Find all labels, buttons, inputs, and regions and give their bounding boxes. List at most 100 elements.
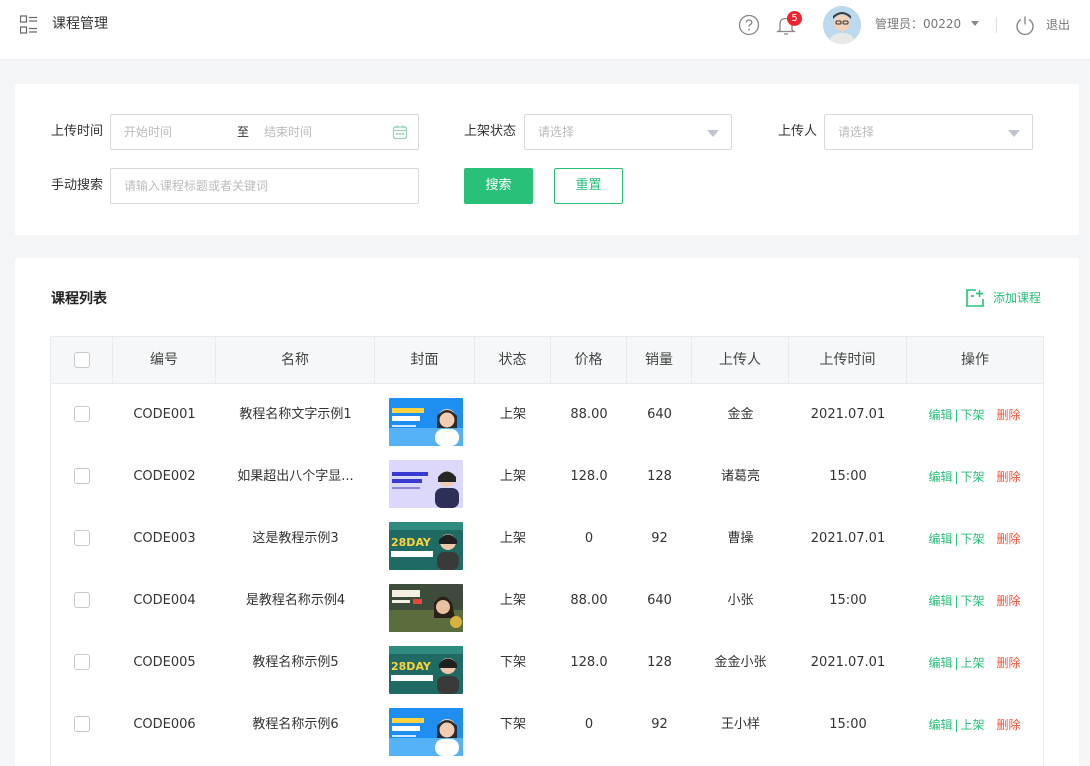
edit-button[interactable]: 编辑	[928, 656, 952, 670]
cell-upload-time: 2021.07.01	[810, 407, 886, 422]
uploader-select[interactable]: 请选择	[824, 114, 1033, 150]
column-header: 编号	[113, 337, 216, 384]
filter-panel: 上传时间 开始时间 至 结束时间 上架状态 请选择 上传人 请选择 手动搜索 请…	[15, 84, 1079, 235]
column-header: 销量	[627, 337, 692, 384]
row-actions: 编辑 | 下架 删除	[906, 508, 1043, 570]
row-checkbox[interactable]	[74, 406, 90, 422]
cell-code: CODE002	[133, 469, 196, 484]
row-checkbox[interactable]	[74, 530, 90, 546]
cell-status: 下架	[499, 717, 526, 732]
toggle-listing-button[interactable]: 上架	[961, 656, 985, 670]
cell-code: CODE001	[133, 407, 196, 422]
calendar-icon[interactable]	[392, 124, 408, 140]
top-header: 课程管理 5 管理员：00220 退出	[0, 0, 1090, 60]
cell-uploader: 小张	[727, 593, 754, 608]
row-actions: 编辑 | 上架 删除	[906, 632, 1043, 694]
edit-button[interactable]: 编辑	[928, 532, 952, 546]
caret-down-icon	[1008, 130, 1020, 137]
menu-list-icon[interactable]	[20, 15, 38, 35]
cell-name: 教程名称示例6	[252, 717, 339, 732]
course-cover-image: 28DAY	[389, 646, 463, 694]
toggle-listing-button[interactable]: 下架	[961, 408, 985, 422]
toggle-listing-button[interactable]: 下架	[961, 594, 985, 608]
cell-status: 上架	[499, 531, 526, 546]
delete-button[interactable]: 删除	[997, 408, 1021, 422]
add-course-label: 添加课程	[993, 291, 1042, 305]
avatar[interactable]	[823, 6, 861, 44]
row-checkbox[interactable]	[74, 468, 90, 484]
action-separator: |	[954, 594, 959, 608]
column-header: 操作	[961, 352, 989, 368]
notification-badge: 5	[787, 11, 802, 26]
edit-button[interactable]: 编辑	[928, 718, 952, 732]
add-square-icon	[966, 289, 984, 307]
cell-name: 如果超出八个字显...	[237, 469, 354, 484]
table-row: CODE005 教程名称示例5 下架 128.0 128 金金小张 2021.07.01 28…	[51, 632, 1043, 694]
keyword-placeholder: 请输入课程标题或者关键词	[124, 179, 269, 193]
cell-uploader: 金金小张	[714, 655, 767, 670]
cell-price: 88.00	[570, 407, 608, 422]
cell-status: 上架	[499, 593, 526, 608]
status-placeholder: 请选择	[538, 125, 575, 139]
cell-upload-time: 15:00	[829, 717, 867, 732]
cell-upload-time: 2021.07.01	[810, 655, 886, 670]
svg-text:28DAY: 28DAY	[391, 536, 432, 549]
upload-time-range-input[interactable]: 开始时间 至 结束时间	[110, 114, 419, 150]
caret-down-icon[interactable]	[971, 21, 979, 26]
course-cover-image	[389, 708, 463, 756]
course-cover-image	[389, 398, 463, 446]
caret-down-icon	[707, 130, 719, 137]
upload-time-label: 上传时间	[51, 124, 104, 139]
row-checkbox[interactable]	[74, 654, 90, 670]
row-actions: 编辑 | 上架 删除	[906, 694, 1043, 756]
cell-status: 下架	[499, 655, 526, 670]
header-checkbox-cell	[51, 337, 113, 384]
toggle-listing-button[interactable]: 上架	[961, 718, 985, 732]
toggle-listing-button[interactable]: 下架	[961, 532, 985, 546]
course-list-panel: 课程列表 添加课程 编号 名称 封面 状态 价格 销量 上传人 上传时间 操作 …	[15, 258, 1079, 766]
keyword-label: 手动搜索	[51, 178, 104, 193]
edit-button[interactable]: 编辑	[928, 408, 952, 422]
keyword-input[interactable]: 请输入课程标题或者关键词	[110, 168, 419, 204]
list-title: 课程列表	[51, 291, 107, 307]
cell-status: 上架	[499, 469, 526, 484]
row-actions: 编辑 | 下架 删除	[906, 446, 1043, 508]
cell-price: 88.00	[570, 593, 608, 608]
cell-code: CODE006	[133, 717, 196, 732]
cell-upload-time: 15:00	[829, 469, 867, 484]
delete-button[interactable]: 删除	[997, 532, 1021, 546]
cell-uploader: 王小样	[720, 717, 760, 732]
logout-button[interactable]: 退出	[1046, 17, 1070, 33]
delete-button[interactable]: 删除	[997, 470, 1021, 484]
delete-button[interactable]: 删除	[997, 594, 1021, 608]
toggle-listing-button[interactable]: 下架	[961, 470, 985, 484]
course-cover-image	[389, 584, 463, 632]
delete-button[interactable]: 删除	[997, 718, 1021, 732]
help-icon[interactable]	[738, 14, 760, 36]
column-header: 上传人	[692, 337, 789, 384]
power-icon[interactable]	[1014, 14, 1036, 36]
cell-status: 上架	[499, 407, 526, 422]
search-button[interactable]: 搜索	[464, 168, 533, 204]
row-checkbox[interactable]	[74, 592, 90, 608]
action-separator: |	[954, 470, 959, 484]
uploader-placeholder: 请选择	[838, 125, 875, 139]
course-cover-image	[389, 460, 463, 508]
table-row: CODE001 教程名称文字示例1 上架 88.00 640 金金 2021.07.01 编辑…	[51, 384, 1043, 446]
cell-price: 128.0	[570, 655, 608, 670]
admin-name[interactable]: 管理员：00220	[875, 16, 961, 32]
delete-button[interactable]: 删除	[997, 656, 1021, 670]
status-select[interactable]: 请选择	[524, 114, 732, 150]
cell-price: 128.0	[570, 469, 608, 484]
row-checkbox[interactable]	[74, 716, 90, 732]
edit-button[interactable]: 编辑	[928, 470, 952, 484]
action-separator: |	[954, 532, 959, 546]
select-all-checkbox[interactable]	[74, 352, 90, 368]
start-time-placeholder: 开始时间	[124, 125, 173, 139]
course-table: 编号 名称 封面 状态 价格 销量 上传人 上传时间 操作 CODE001 教程名…	[50, 336, 1044, 766]
reset-button[interactable]: 重置	[554, 168, 623, 204]
edit-button[interactable]: 编辑	[928, 594, 952, 608]
column-header: 价格	[551, 337, 627, 384]
column-header: 上传时间	[789, 337, 907, 384]
table-row: CODE003 这是教程示例3 上架 0 92 曹操 2021.07.01 28DAY 编辑 | 下…	[51, 508, 1043, 570]
